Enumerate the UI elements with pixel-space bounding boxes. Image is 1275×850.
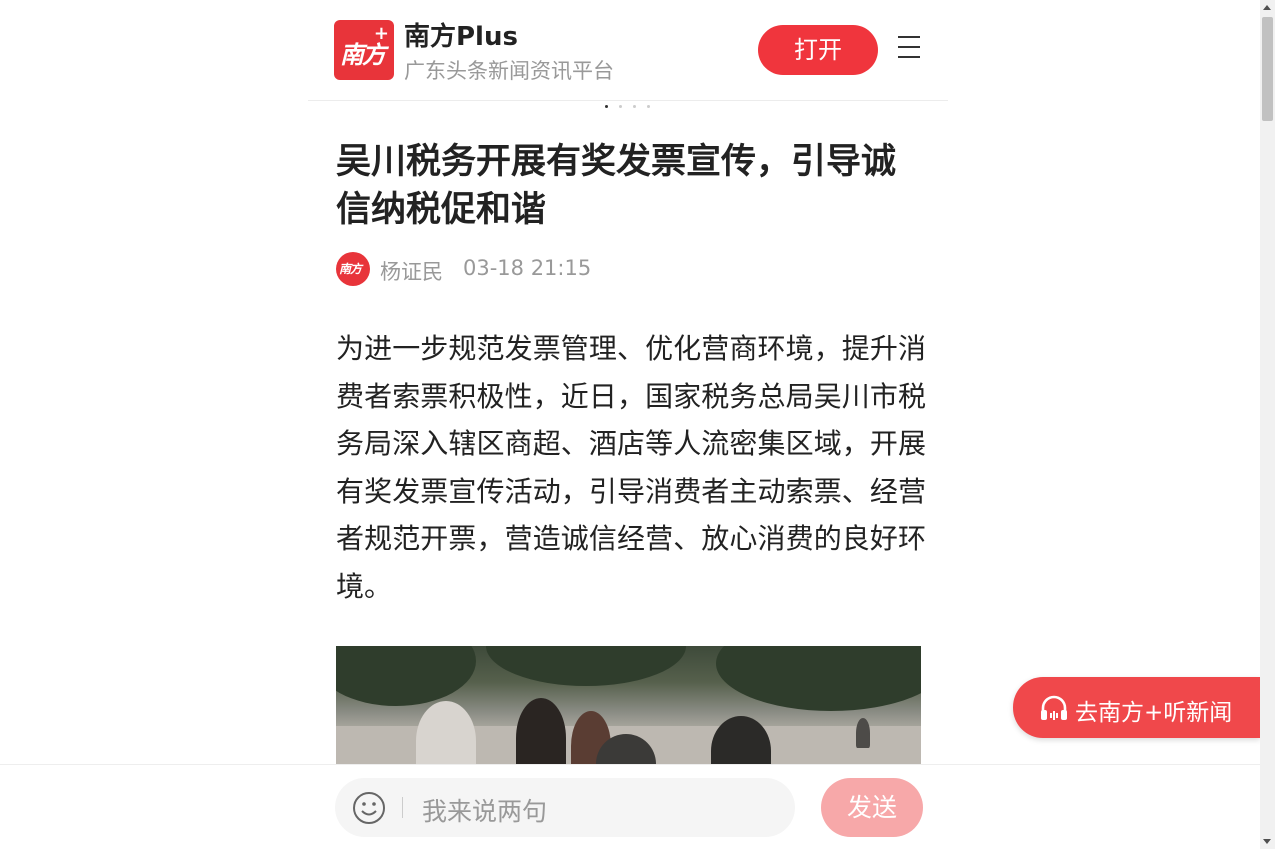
publish-time: 03-18 21:15 (463, 256, 592, 280)
article-photo[interactable] (336, 646, 921, 766)
comment-input[interactable]: 我来说两句 (335, 778, 795, 837)
page-scrollbar[interactable] (1260, 0, 1275, 849)
app-subtitle: 广东头条新闻资讯平台 (404, 59, 614, 83)
listen-news-label: 去南方+听新闻 (1075, 700, 1233, 726)
carousel-dot (633, 105, 636, 108)
author-avatar[interactable]: 南方 (336, 252, 370, 286)
headphones-icon (1041, 695, 1067, 720)
logo-plus: + (373, 23, 389, 44)
send-button[interactable]: 发送 (821, 778, 923, 837)
listen-news-button[interactable]: 去南方+听新闻 (1013, 677, 1260, 738)
carousel-dot (619, 105, 622, 108)
top-header: 南方 + 南方Plus 广东头条新闻资讯平台 打开 (308, 0, 948, 108)
comment-placeholder: 我来说两句 (422, 797, 548, 826)
article-title: 吴川税务开展有奖发票宣传，引导诚信纳税促和谐 (336, 142, 897, 230)
hamburger-menu-icon[interactable] (898, 36, 920, 64)
smiley-icon[interactable] (352, 791, 386, 825)
carousel-dot-active (605, 105, 608, 108)
carousel-dots (605, 93, 661, 112)
app-name: 南方Plus (404, 22, 518, 52)
scroll-up-arrow-icon[interactable] (1263, 5, 1271, 10)
avatar-logo-text: 南方 (339, 262, 362, 276)
scroll-down-arrow-icon[interactable] (1263, 839, 1271, 844)
app-logo[interactable]: 南方 + (334, 20, 394, 80)
input-separator (402, 797, 403, 818)
open-app-button[interactable]: 打开 (758, 25, 878, 75)
author-name[interactable]: 杨证民 (380, 256, 443, 286)
article-paragraph: 为进一步规范发票管理、优化营商环境，提升消费者索票积极性，近日，国家税务总局吴川… (336, 332, 926, 603)
comment-bar: 我来说两句 发送 (0, 764, 1260, 850)
carousel-dot (647, 105, 650, 108)
scrollbar-thumb[interactable] (1262, 17, 1273, 121)
